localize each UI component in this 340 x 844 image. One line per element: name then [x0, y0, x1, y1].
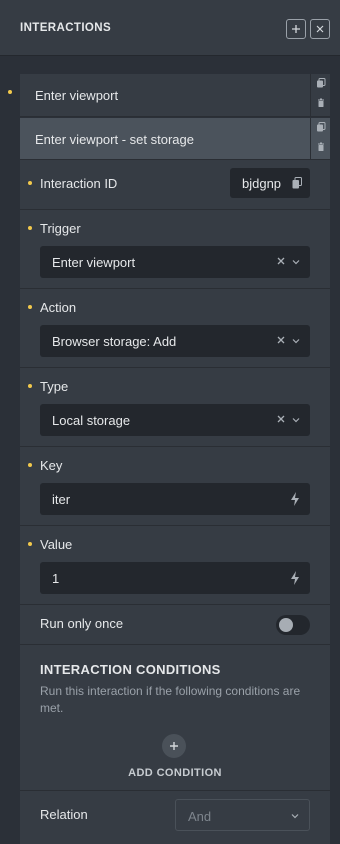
interaction-item-enter-viewport[interactable]: Enter viewport	[20, 74, 330, 117]
add-condition-button[interactable]	[162, 734, 186, 758]
trash-icon[interactable]	[316, 142, 326, 152]
type-row: Type Local storage	[20, 368, 330, 447]
conditions-description: Run this interaction if the following co…	[40, 684, 301, 715]
clear-icon[interactable]	[276, 412, 286, 426]
key-input[interactable]: iter	[40, 483, 310, 515]
copy-icon[interactable]	[292, 177, 302, 189]
key-value: iter	[52, 492, 71, 507]
trigger-select[interactable]: Enter viewport	[40, 246, 310, 278]
copy-icon[interactable]	[316, 122, 326, 132]
trash-icon[interactable]	[316, 98, 326, 108]
plus-icon	[292, 25, 300, 33]
run-once-row: Run only once	[20, 605, 330, 645]
plus-icon	[170, 742, 178, 750]
chevron-down-icon	[292, 418, 300, 423]
copy-icon[interactable]	[316, 78, 326, 88]
type-label: Type	[40, 379, 69, 394]
trigger-label: Trigger	[40, 221, 81, 236]
action-row: Action Browser storage: Add	[20, 289, 330, 368]
clear-icon[interactable]	[276, 254, 286, 268]
interaction-item-label: Enter viewport	[35, 88, 119, 103]
add-interaction-button[interactable]	[286, 19, 306, 39]
status-dot	[28, 305, 32, 309]
dynamic-data-icon[interactable]	[289, 491, 301, 507]
key-row: Key iter	[20, 447, 330, 526]
type-value: Local storage	[52, 413, 131, 428]
value-input[interactable]: 1	[40, 562, 310, 594]
chevron-down-icon	[292, 339, 300, 344]
status-dot	[8, 90, 12, 94]
action-label: Action	[40, 300, 77, 315]
item-actions	[310, 118, 330, 159]
relation-label: Relation	[40, 807, 88, 822]
action-value: Browser storage: Add	[52, 334, 177, 349]
value-value: 1	[52, 571, 60, 586]
status-dot	[28, 463, 32, 467]
chevron-down-icon	[292, 260, 300, 265]
status-dot	[28, 542, 32, 546]
type-select[interactable]: Local storage	[40, 404, 310, 436]
close-icon	[316, 25, 324, 33]
close-panel-button[interactable]	[310, 19, 330, 39]
interaction-item-set-storage[interactable]: Enter viewport - set storage	[20, 118, 330, 160]
interaction-item-label: Enter viewport - set storage	[35, 132, 194, 147]
interaction-settings-panel: Interaction ID bjdgnp Trigger Enter view…	[20, 160, 330, 844]
clear-icon[interactable]	[276, 333, 286, 347]
status-dot	[28, 384, 32, 388]
interactions-header: INTERACTIONS	[0, 0, 340, 56]
dynamic-data-icon[interactable]	[289, 570, 301, 586]
item-actions	[310, 74, 330, 116]
key-label: Key	[40, 458, 63, 473]
relation-select[interactable]: And	[175, 799, 310, 831]
status-dot	[28, 181, 32, 185]
panel-title: INTERACTIONS	[20, 22, 112, 34]
relation-value: And	[188, 809, 212, 824]
interaction-id-field[interactable]: bjdgnp	[230, 168, 310, 198]
trigger-value: Enter viewport	[52, 255, 136, 270]
value-row: Value 1	[20, 526, 330, 605]
add-condition-label[interactable]: ADD CONDITION	[20, 767, 330, 779]
chevron-down-icon	[291, 814, 299, 819]
interaction-id-value: bjdgnp	[242, 176, 282, 191]
toggle-knob	[279, 618, 293, 632]
conditions-title: INTERACTION CONDITIONS	[40, 662, 221, 677]
value-label: Value	[40, 537, 73, 552]
interaction-id-label: Interaction ID	[40, 176, 118, 191]
status-dot	[28, 226, 32, 230]
run-once-toggle[interactable]	[276, 615, 310, 635]
run-once-label: Run only once	[40, 616, 124, 631]
interaction-id-row: Interaction ID bjdgnp	[20, 160, 330, 210]
action-select[interactable]: Browser storage: Add	[40, 325, 310, 357]
trigger-row: Trigger Enter viewport	[20, 210, 330, 289]
divider	[20, 790, 330, 791]
